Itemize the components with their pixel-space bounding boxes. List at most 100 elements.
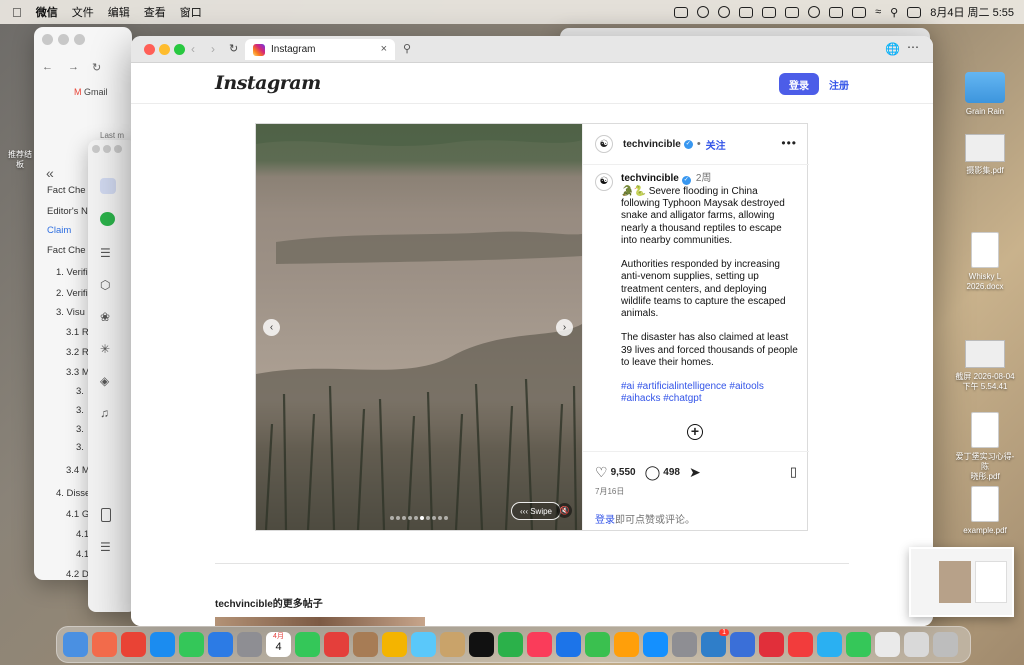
control-center-icon[interactable] [907, 6, 922, 18]
share-icon[interactable]: ➤ [689, 464, 701, 481]
reload-icon[interactable]: ↻ [92, 61, 101, 74]
menu-file[interactable]: 文件 [72, 4, 94, 20]
close-icon[interactable] [144, 44, 155, 55]
dock-app-icon[interactable] [933, 632, 958, 657]
mute-icon[interactable]: 🔇 [557, 503, 572, 518]
outline-item[interactable]: 3.1 R [66, 327, 89, 338]
dock-app-icon[interactable] [817, 632, 842, 657]
menu-window[interactable]: 窗口 [180, 4, 202, 20]
bluetooth-status-icon[interactable] [852, 6, 867, 18]
bookmark-icon[interactable]: ▯ [790, 464, 797, 480]
dock-app-icon[interactable] [92, 632, 117, 657]
dock-app-icon[interactable] [614, 632, 639, 657]
dock-app-icon[interactable] [498, 632, 523, 657]
dock-app-icon[interactable] [237, 632, 262, 657]
avatar[interactable] [100, 178, 116, 194]
outline-item[interactable]: 3.3 M [66, 367, 90, 378]
c-status-icon[interactable] [697, 6, 710, 18]
menu-icon[interactable]: ☰ [100, 540, 111, 554]
outline-item[interactable]: 3. Visu [56, 307, 85, 318]
phone-icon[interactable] [101, 508, 111, 522]
record-status-icon[interactable] [808, 6, 821, 18]
outline-item[interactable]: 2. Verifi [56, 288, 88, 299]
desktop-file-icon[interactable]: Grain Rain [955, 72, 1015, 117]
outline-item[interactable]: 3. [76, 386, 84, 397]
instagram-logo[interactable]: Instagram [215, 72, 321, 94]
desktop-file-icon[interactable]: example.pdf [955, 486, 1015, 536]
grammarly-status-icon[interactable] [718, 6, 731, 18]
dock-app-icon[interactable] [788, 632, 813, 657]
close-icon[interactable] [92, 145, 100, 153]
dock-app-icon[interactable] [846, 632, 871, 657]
outline-item[interactable]: 3.2 R [66, 347, 89, 358]
search-icon[interactable]: ⚲ [403, 42, 411, 55]
dock-app-icon[interactable] [759, 632, 784, 657]
dock-app-icon[interactable] [208, 632, 233, 657]
avatar[interactable]: ☯ [595, 173, 613, 191]
tab-instagram[interactable]: Instagram × [245, 39, 395, 60]
chat-icon[interactable] [100, 212, 115, 226]
carousel-prev-icon[interactable]: ‹ [263, 319, 280, 336]
dock-app-icon[interactable] [295, 632, 320, 657]
dock-app-icon[interactable] [904, 632, 929, 657]
add-icon[interactable]: + [687, 424, 703, 440]
follow-button[interactable]: 关注 [706, 137, 726, 152]
desktop-file-icon[interactable]: 爱丁堡实习心得-陈 晓彤.pdf [955, 412, 1015, 482]
vpn-status-icon[interactable] [762, 6, 777, 18]
dock-app-icon[interactable] [643, 632, 668, 657]
login-button[interactable]: 登录 [779, 73, 819, 95]
zoom-icon[interactable] [174, 44, 185, 55]
post-username[interactable]: techvincible [623, 139, 681, 150]
menu-edit[interactable]: 编辑 [108, 4, 130, 20]
dock-app-icon[interactable] [179, 632, 204, 657]
search-icon[interactable]: ⚲ [890, 6, 898, 19]
caption-username[interactable]: techvincible [621, 173, 679, 184]
outline-item[interactable]: Fact Che [47, 185, 86, 196]
carousel-next-icon[interactable]: › [556, 319, 573, 336]
dock-app-icon[interactable] [440, 632, 465, 657]
dock-app-icon[interactable]: 1 [701, 629, 729, 657]
zoom-icon[interactable] [114, 145, 122, 153]
outline-item[interactable]: Fact Che [47, 245, 86, 256]
dock-app-icon[interactable] [556, 632, 581, 657]
edge-status-icon[interactable] [739, 6, 754, 18]
desktop-file-label[interactable]: 推荐结 板 [0, 150, 40, 170]
hashtags-line-1[interactable]: #ai #artificialintelligence #aitools [621, 381, 799, 393]
dock-app-icon[interactable] [730, 632, 755, 657]
dock-app-icon[interactable] [150, 632, 175, 657]
outline-item[interactable]: 3. [76, 442, 84, 453]
heart-icon[interactable]: ♡ [595, 464, 608, 481]
outline-item[interactable]: 4.1 G [66, 509, 89, 520]
calendar-icon[interactable]: 4月 4 [266, 632, 291, 657]
collapse-outline-icon[interactable]: « [46, 165, 54, 181]
dock-app-icon[interactable] [353, 632, 378, 657]
outline-item[interactable]: 3. [76, 424, 84, 435]
outline-item[interactable]: Claim [47, 225, 71, 236]
dock-app-icon[interactable] [382, 632, 407, 657]
close-icon[interactable] [42, 34, 53, 45]
close-tab-icon[interactable]: × [381, 43, 387, 55]
dock-app-icon[interactable] [469, 632, 494, 657]
dock-app-icon[interactable] [63, 632, 88, 657]
desktop-file-icon[interactable]: Whisky L 2026.docx [955, 232, 1015, 292]
more-posts-thumbnails[interactable] [215, 617, 425, 626]
hashtags-line-2[interactable]: #aihacks #chatgpt [621, 393, 799, 405]
dock-app-icon[interactable] [411, 632, 436, 657]
gmail-bookmark[interactable]: M Gmail [74, 87, 108, 97]
outline-item[interactable]: 3. [76, 405, 84, 416]
clipboard-status-icon[interactable] [785, 6, 800, 18]
forward-arrow-icon[interactable]: › [211, 42, 215, 56]
comment-icon[interactable]: ◯ [645, 464, 661, 481]
outline-item[interactable]: 3.4 M [66, 465, 90, 476]
globe-icon[interactable]: 🌐 [885, 42, 900, 56]
desktop-file-icon[interactable]: 摄影集.pdf [955, 134, 1015, 176]
moments-icon[interactable]: ❀ [100, 310, 110, 324]
more-options-icon[interactable]: ⋯ [907, 40, 920, 54]
avatar[interactable]: ☯ [595, 135, 613, 153]
more-options-icon[interactable]: ••• [781, 136, 797, 150]
menu-app-name[interactable]: 微信 [36, 4, 58, 20]
apple-menu-icon[interactable]:  [12, 5, 22, 20]
dock-app-icon[interactable] [527, 632, 552, 657]
post-video[interactable]: ‹ › ‹‹‹ Swipe 🔇 [256, 124, 582, 530]
dock-app-icon[interactable] [875, 632, 900, 657]
